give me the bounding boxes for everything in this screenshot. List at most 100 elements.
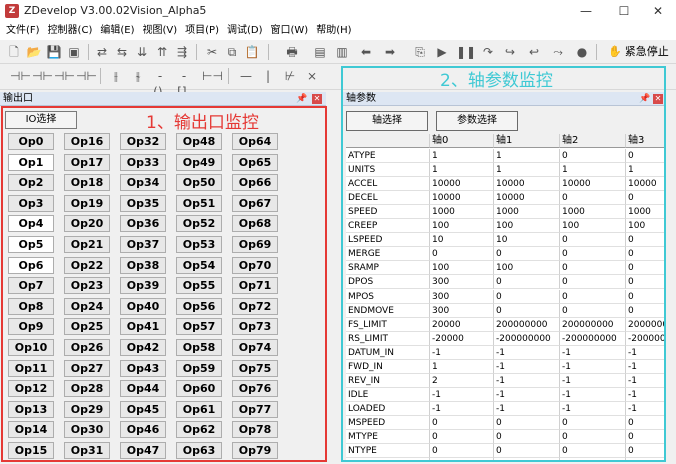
- param-value-cell[interactable]: 0: [626, 247, 664, 262]
- output-button-op41[interactable]: Op41: [120, 318, 166, 336]
- copy-icon[interactable]: ⧉: [224, 44, 240, 60]
- param-value-cell[interactable]: 100: [494, 219, 560, 234]
- menu-project[interactable]: 项目(P): [181, 22, 223, 40]
- output-button-op0[interactable]: Op0: [8, 133, 54, 150]
- minimize-button[interactable]: —: [568, 0, 604, 22]
- output-button-op17[interactable]: Op17: [64, 153, 110, 171]
- build-icon[interactable]: ▥: [334, 44, 350, 60]
- output-button-op66[interactable]: Op66: [232, 174, 278, 192]
- param-value-cell[interactable]: 1: [626, 163, 664, 178]
- output-button-op21[interactable]: Op21: [64, 236, 110, 253]
- arrow-left-icon[interactable]: ⬅: [358, 44, 374, 60]
- param-value-cell[interactable]: 1: [494, 163, 560, 178]
- param-value-cell[interactable]: 1000: [494, 205, 560, 220]
- step-icon[interactable]: ⎘: [412, 44, 428, 60]
- output-button-op36[interactable]: Op36: [120, 215, 166, 233]
- output-button-op5[interactable]: Op5: [8, 236, 54, 253]
- param-value-cell[interactable]: 0: [494, 444, 560, 459]
- output-button-op1[interactable]: Op1: [8, 153, 54, 171]
- menu-help[interactable]: 帮助(H): [312, 22, 355, 40]
- debug-run-icon[interactable]: ⇶: [174, 44, 190, 60]
- param-value-cell[interactable]: 1: [430, 359, 494, 374]
- param-value-cell[interactable]: -1: [626, 402, 664, 416]
- paste-icon[interactable]: 📋: [244, 44, 260, 60]
- menu-edit[interactable]: 编辑(E): [96, 22, 138, 40]
- output-button-op35[interactable]: Op35: [120, 194, 166, 212]
- output-button-op29[interactable]: Op29: [64, 400, 110, 418]
- output-button-op37[interactable]: Op37: [120, 236, 166, 253]
- param-value-cell[interactable]: 0: [494, 430, 560, 444]
- param-value-cell[interactable]: 0: [430, 444, 494, 459]
- coil-icon[interactable]: -()-: [152, 68, 168, 99]
- param-value-cell[interactable]: -1: [560, 359, 626, 374]
- param-value-cell[interactable]: -1: [494, 387, 560, 402]
- cut-icon[interactable]: ✂: [204, 44, 220, 60]
- param-value-cell[interactable]: -20000: [430, 331, 494, 346]
- delete-line-icon[interactable]: ⊬: [282, 68, 298, 84]
- param-value-cell[interactable]: 20000: [430, 317, 494, 332]
- output-button-op15[interactable]: Op15: [8, 442, 54, 459]
- output-button-op74[interactable]: Op74: [232, 339, 278, 356]
- param-value-cell[interactable]: 0: [626, 458, 664, 462]
- parallel-contact-icon[interactable]: ⫲: [108, 68, 124, 84]
- compile-icon[interactable]: ▤: [312, 44, 328, 60]
- output-button-op63[interactable]: Op63: [176, 442, 222, 459]
- param-value-cell[interactable]: -1: [626, 374, 664, 388]
- param-value-cell[interactable]: -1: [626, 388, 664, 402]
- connect-icon[interactable]: ⇄: [94, 44, 110, 60]
- param-value-cell[interactable]: 10000: [494, 191, 560, 206]
- param-value-cell[interactable]: 0: [494, 415, 560, 430]
- output-button-op77[interactable]: Op77: [232, 400, 278, 418]
- param-value-cell[interactable]: 100: [494, 261, 560, 276]
- param-value-cell[interactable]: -1: [494, 345, 560, 360]
- output-button-op34[interactable]: Op34: [120, 174, 166, 192]
- open-folder-icon[interactable]: 📂: [26, 44, 42, 60]
- pin-icon[interactable]: 📌: [296, 92, 307, 106]
- menu-window[interactable]: 窗口(W): [267, 22, 313, 40]
- param-value-cell[interactable]: 1000: [560, 205, 626, 220]
- param-value-cell[interactable]: 100: [430, 261, 494, 276]
- param-value-cell[interactable]: 10000: [626, 177, 664, 192]
- contact-fall-icon[interactable]: ⊣⊢: [76, 68, 97, 84]
- param-value-cell[interactable]: -1: [430, 401, 494, 416]
- param-value-cell[interactable]: 0: [494, 303, 560, 318]
- output-button-op39[interactable]: Op39: [120, 277, 166, 295]
- param-value-cell[interactable]: 2: [430, 373, 494, 388]
- output-button-op55[interactable]: Op55: [176, 277, 222, 295]
- param-value-cell[interactable]: 300: [430, 289, 494, 304]
- output-button-op57[interactable]: Op57: [176, 318, 222, 336]
- param-value-cell[interactable]: 0: [560, 261, 626, 276]
- param-value-cell[interactable]: 0: [560, 458, 626, 462]
- output-button-op61[interactable]: Op61: [176, 400, 222, 418]
- output-button-op45[interactable]: Op45: [120, 400, 166, 418]
- param-value-cell[interactable]: -1: [494, 373, 560, 388]
- close-panel-icon[interactable]: ✕: [653, 94, 663, 104]
- output-button-op53[interactable]: Op53: [176, 236, 222, 253]
- param-value-cell[interactable]: -1: [560, 373, 626, 388]
- param-value-cell[interactable]: 0: [494, 289, 560, 304]
- output-button-op18[interactable]: Op18: [64, 174, 110, 192]
- param-value-cell[interactable]: 300: [430, 275, 494, 290]
- output-button-op8[interactable]: Op8: [8, 297, 54, 315]
- upload-icon[interactable]: ⇈: [154, 44, 170, 60]
- output-button-op16[interactable]: Op16: [64, 133, 110, 150]
- output-button-op12[interactable]: Op12: [8, 380, 54, 398]
- output-button-op13[interactable]: Op13: [8, 400, 54, 418]
- output-button-op58[interactable]: Op58: [176, 339, 222, 356]
- output-button-op64[interactable]: Op64: [232, 133, 278, 150]
- param-value-cell[interactable]: 0: [626, 416, 664, 430]
- param-value-cell[interactable]: 10: [494, 233, 560, 248]
- output-button-op14[interactable]: Op14: [8, 421, 54, 439]
- menu-debug[interactable]: 调试(D): [223, 22, 267, 40]
- param-value-cell[interactable]: -1: [494, 401, 560, 416]
- param-value-cell[interactable]: 0: [626, 290, 664, 304]
- output-button-op43[interactable]: Op43: [120, 359, 166, 377]
- instruction-icon[interactable]: -[]-: [176, 68, 192, 99]
- contact-rise-icon[interactable]: ⊣⊢: [54, 68, 75, 84]
- param-value-cell[interactable]: -1: [560, 345, 626, 360]
- output-button-op31[interactable]: Op31: [64, 442, 110, 459]
- output-button-op6[interactable]: Op6: [8, 256, 54, 274]
- play-icon[interactable]: ▶: [434, 44, 450, 60]
- param-value-cell[interactable]: 0: [430, 458, 494, 462]
- output-button-op69[interactable]: Op69: [232, 236, 278, 253]
